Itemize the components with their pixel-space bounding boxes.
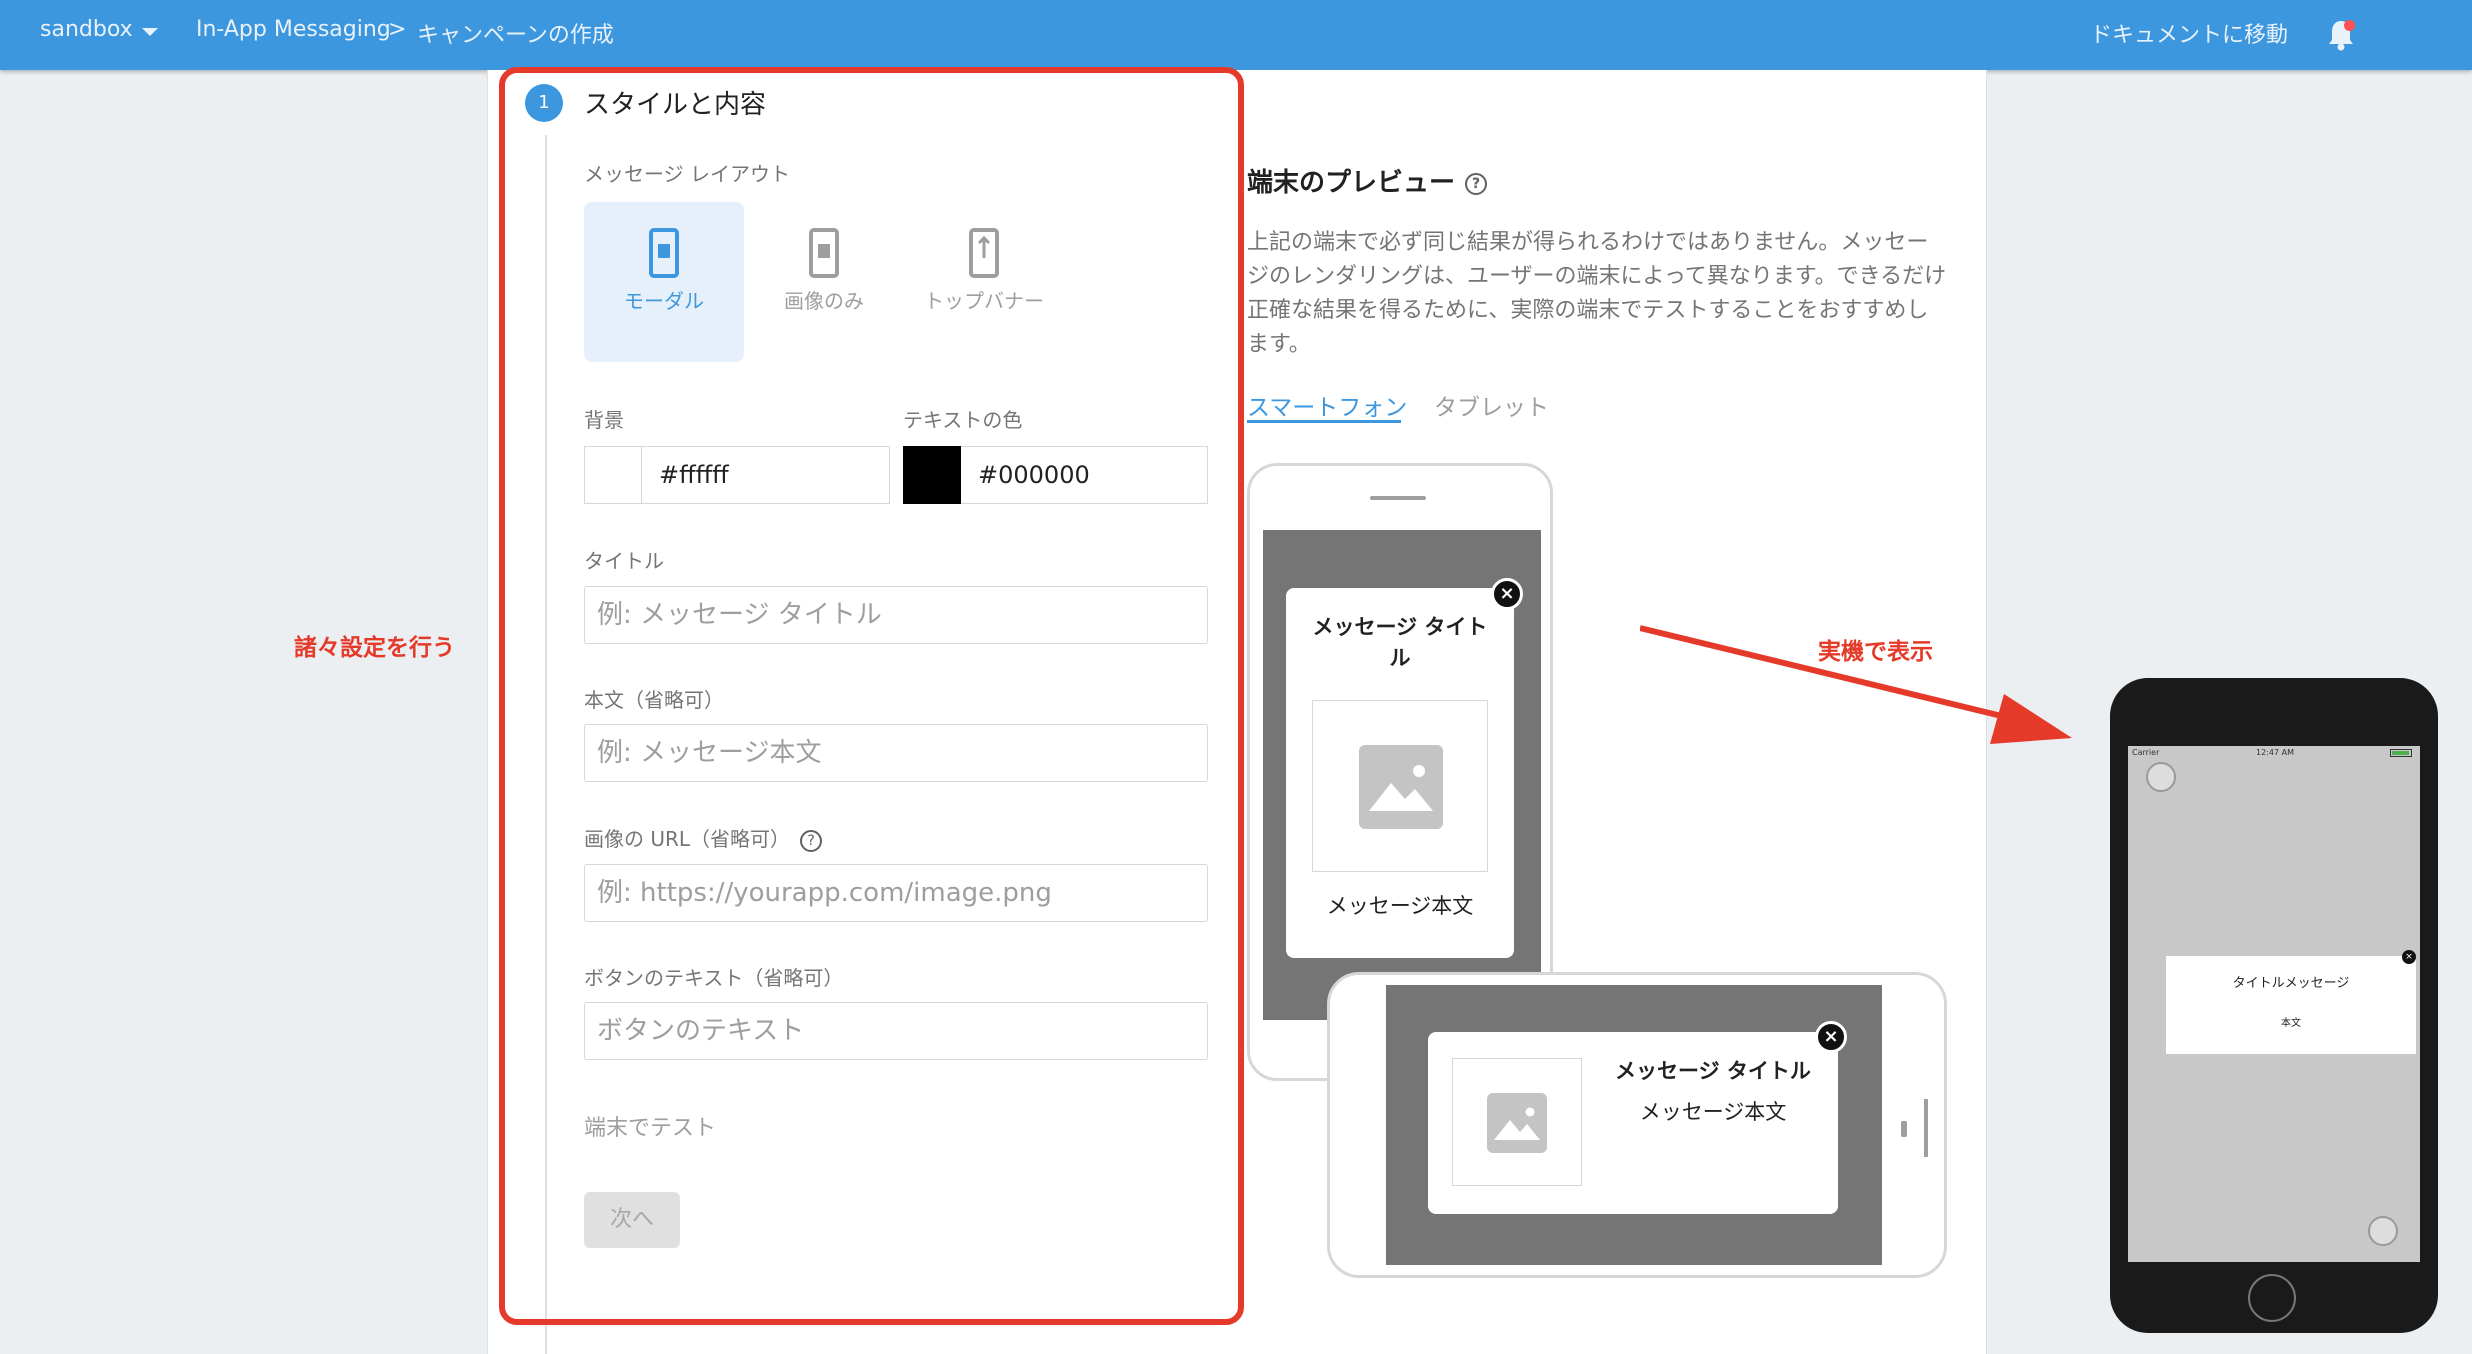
- preview-title-text: 端末のプレビュー: [1247, 168, 1456, 198]
- project-selector[interactable]: sandbox: [40, 17, 133, 42]
- help-icon[interactable]: ?: [1465, 172, 1488, 195]
- floating-button: [2368, 1216, 2398, 1246]
- tablet-preview-modal: メッセージ タイトル メッセージ本文: [1428, 1032, 1838, 1214]
- carrier-text: Carrier: [2132, 748, 2160, 757]
- battery-icon: [2390, 749, 2412, 757]
- real-modal-title: タイトルメッセージ: [2232, 976, 2350, 991]
- annotation-arrow-icon: [1640, 625, 2072, 744]
- image-placeholder-icon: [1359, 745, 1443, 829]
- image-placeholder-icon: [1487, 1093, 1547, 1153]
- preview-description: 上記の端末で必ず同じ結果が得られるわけではありません。メッセージのレンダリングは…: [1247, 230, 1947, 357]
- image-placeholder: [1452, 1058, 1582, 1186]
- real-device-image: Carrier 12:47 AM タイトルメッセージ 本文 ×: [2110, 678, 2438, 1333]
- breadcrumb-product[interactable]: In-App Messaging: [196, 17, 391, 42]
- chevron-down-icon[interactable]: [142, 28, 158, 36]
- page-title: キャンペーンの作成: [417, 23, 614, 48]
- active-tab-indicator: [1247, 420, 1401, 423]
- image-placeholder: [1312, 700, 1488, 872]
- close-icon: ×: [2402, 950, 2416, 964]
- tablet-side-button: [1924, 1099, 1928, 1157]
- tab-tablet[interactable]: タブレット: [1434, 388, 1549, 422]
- floating-button: [2146, 762, 2176, 792]
- home-button: [2248, 1274, 2296, 1322]
- status-time: 12:47 AM: [2256, 748, 2294, 757]
- notification-badge: [2344, 20, 2355, 31]
- real-modal-body: 本文: [2281, 1018, 2301, 1029]
- status-bar: Carrier 12:47 AM: [2128, 746, 2420, 762]
- real-device-modal: タイトルメッセージ 本文: [2166, 956, 2416, 1054]
- annotation-left-text: 諸々設定を行う: [294, 635, 455, 661]
- top-app-bar: sandbox In-App Messaging > キャンペーンの作成 ドキュ…: [0, 0, 2472, 70]
- breadcrumb-separator: >: [388, 17, 407, 42]
- real-device-screen: Carrier 12:47 AM タイトルメッセージ 本文 ×: [2128, 746, 2420, 1262]
- annotation-highlight-box: [499, 67, 1244, 1325]
- close-icon: ×: [1815, 1021, 1847, 1053]
- phone-preview-modal: メッセージ タイトル メッセージ本文: [1286, 588, 1514, 958]
- close-icon: ×: [1491, 578, 1523, 610]
- tablet-modal-body: メッセージ本文: [1639, 1100, 1787, 1124]
- docs-link[interactable]: ドキュメントに移動: [2090, 17, 2288, 49]
- phone-speaker: [1370, 496, 1426, 500]
- phone-modal-body: メッセージ本文: [1326, 894, 1474, 918]
- preview-title: 端末のプレビュー?: [1247, 162, 1488, 199]
- tablet-home-indicator: [1901, 1121, 1907, 1137]
- tablet-modal-title: メッセージ タイトル: [1615, 1059, 1811, 1083]
- tab-smartphone[interactable]: スマートフォン: [1247, 388, 1407, 422]
- phone-modal-title: メッセージ タイトル: [1312, 615, 1488, 670]
